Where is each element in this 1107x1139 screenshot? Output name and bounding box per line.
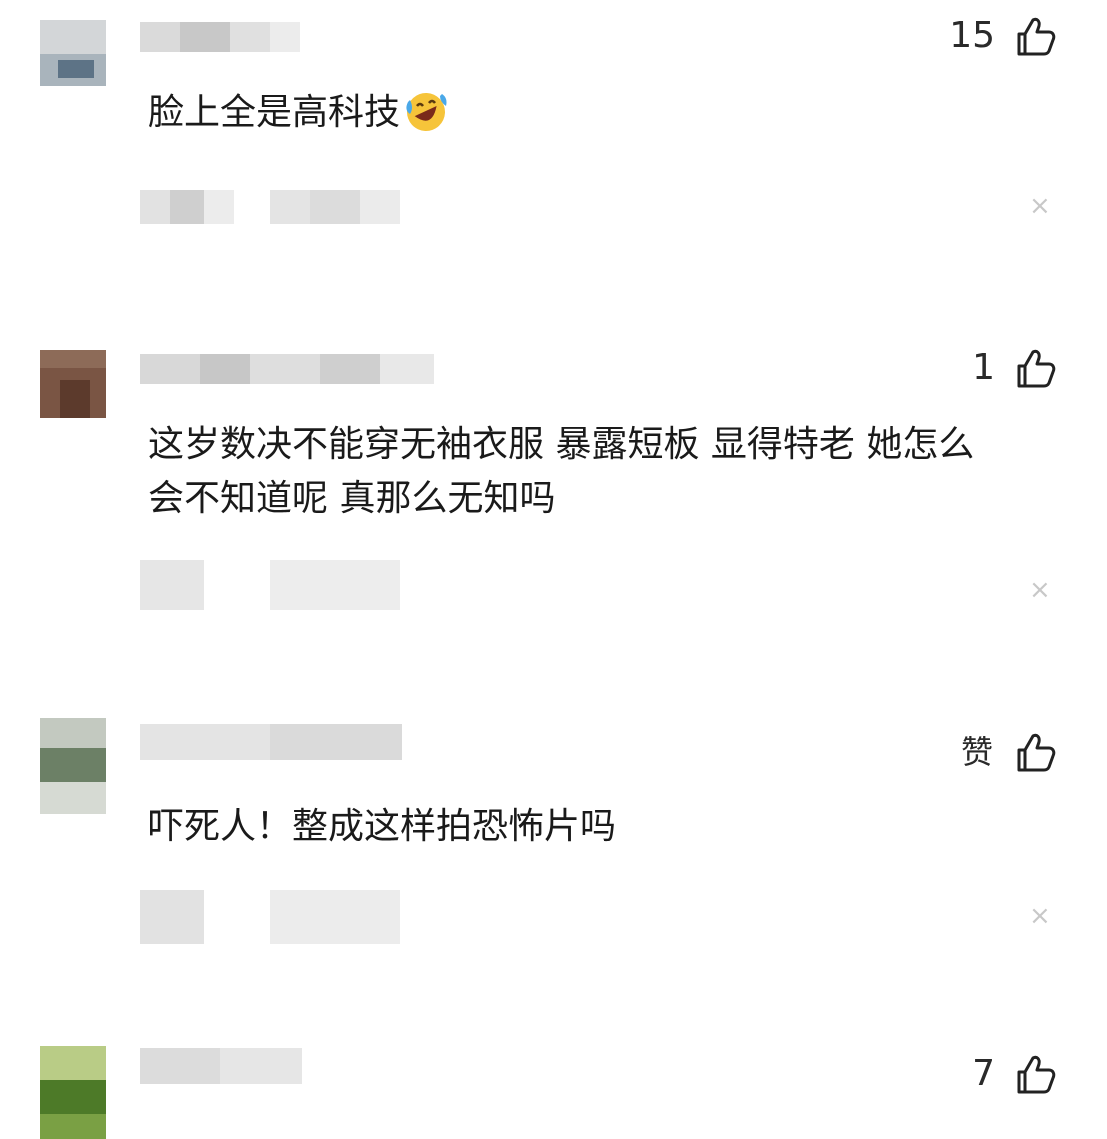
avatar[interactable] xyxy=(40,350,106,418)
comment-text: 吓死人！整成这样拍恐怖片吗 xyxy=(148,806,617,847)
avatar[interactable] xyxy=(40,718,106,814)
comment-item: 赞 吓死人！整成这样拍恐怖片吗 × xyxy=(0,710,1107,980)
close-icon[interactable]: × xyxy=(1029,903,1051,929)
thumbs-up-icon[interactable] xyxy=(1013,1052,1057,1096)
thumbs-up-icon[interactable] xyxy=(1013,730,1057,774)
comment-item: 7 xyxy=(0,1030,1107,1139)
like-count: 15 xyxy=(949,15,995,56)
close-icon[interactable]: × xyxy=(1029,193,1051,219)
reply-actions-blurred[interactable] xyxy=(140,190,400,224)
thumbs-up-icon[interactable] xyxy=(1013,14,1057,58)
username-blurred[interactable] xyxy=(140,354,434,384)
close-icon[interactable]: × xyxy=(1029,577,1051,603)
comment-item: 15 脸上全是高科技 × xyxy=(0,0,1107,300)
like-count: 1 xyxy=(972,347,995,388)
username-blurred[interactable] xyxy=(140,1048,302,1084)
avatar[interactable] xyxy=(40,1046,106,1139)
thumbs-up-icon[interactable] xyxy=(1013,346,1057,390)
username-blurred[interactable] xyxy=(140,724,402,760)
comment-feed: 15 脸上全是高科技 × 1 这岁数决不能穿无袖衣服 暴露短板 显得特老 她怎么… xyxy=(0,0,1107,1139)
comment-text: 脸上全是高科技 xyxy=(148,86,1037,140)
comment-text-content: 脸上全是高科技 xyxy=(148,92,401,133)
reply-actions-blurred[interactable] xyxy=(140,890,400,944)
reply-actions-blurred[interactable] xyxy=(140,560,400,610)
comment-item: 1 这岁数决不能穿无袖衣服 暴露短板 显得特老 她怎么 会不知道呢 真那么无知吗… xyxy=(0,320,1107,690)
laughing-crying-emoji-icon xyxy=(406,93,447,131)
comment-text: 这岁数决不能穿无袖衣服 暴露短板 显得特老 她怎么 会不知道呢 真那么无知吗 xyxy=(148,424,975,519)
avatar[interactable] xyxy=(40,20,106,86)
username-blurred[interactable] xyxy=(140,22,300,52)
like-count: 赞 xyxy=(960,733,993,771)
like-count: 7 xyxy=(972,1053,995,1094)
